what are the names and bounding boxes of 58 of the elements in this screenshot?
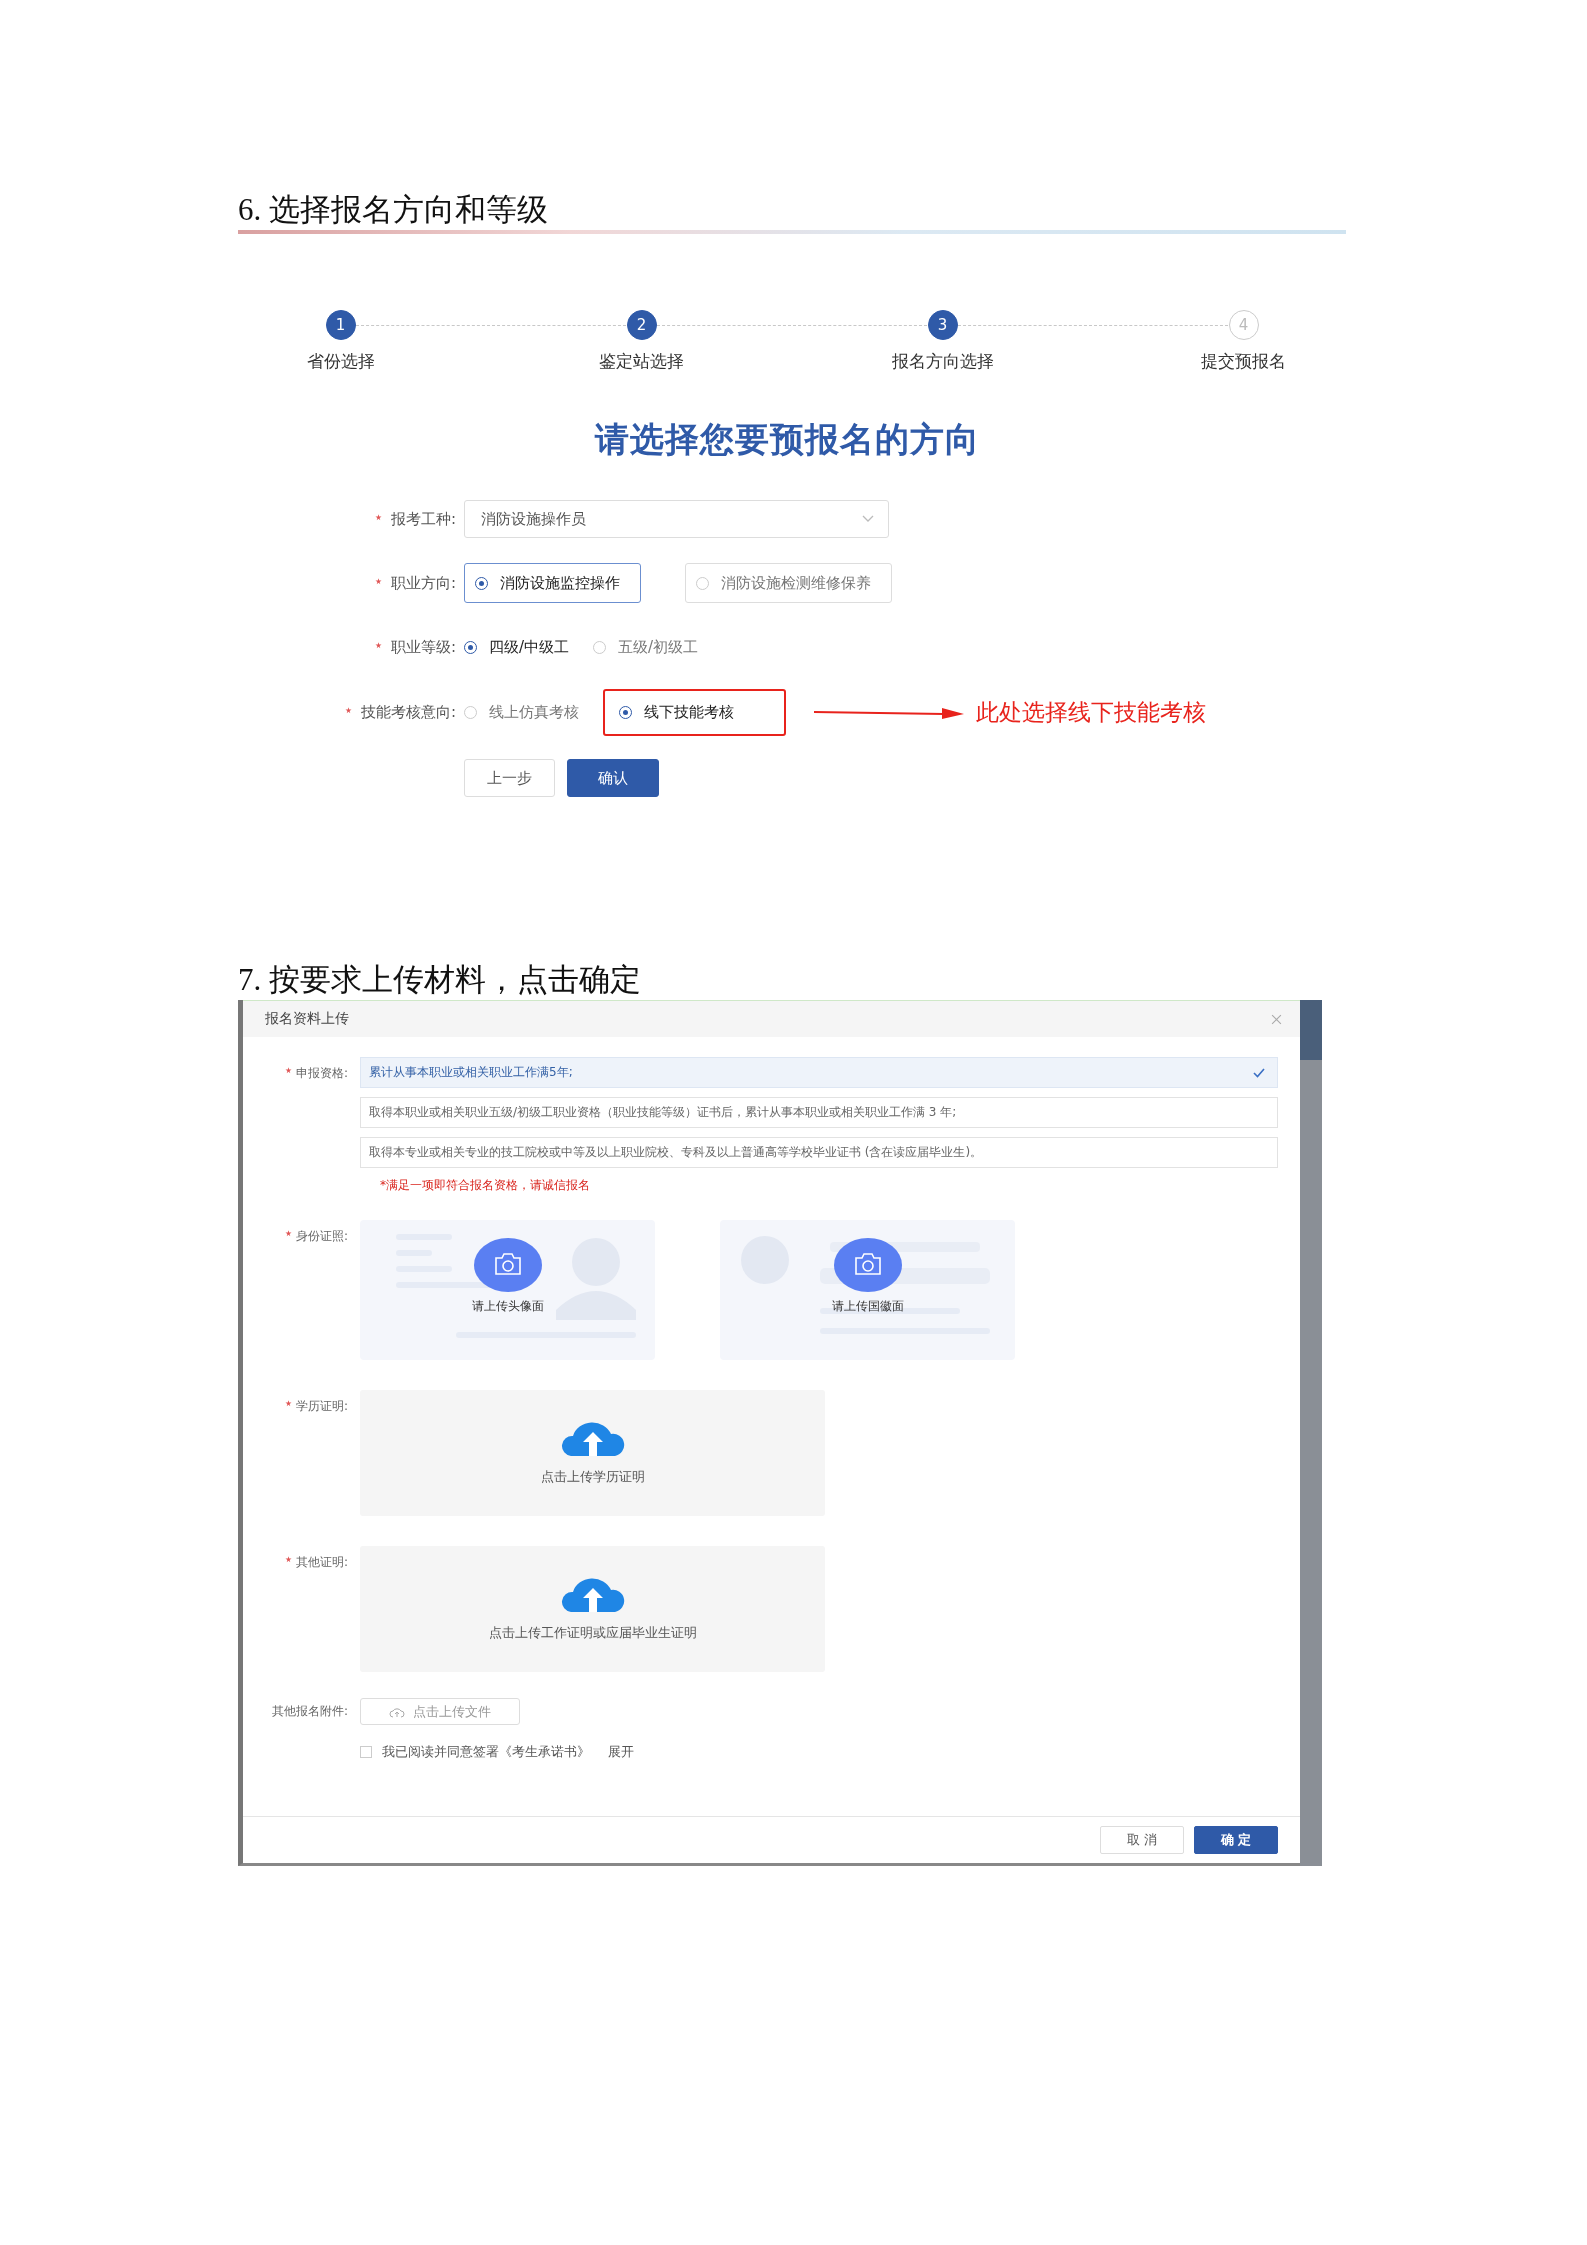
chevron-down-icon bbox=[862, 515, 874, 523]
field-label: 技能考核意向: bbox=[360, 703, 456, 721]
step-number: 2 bbox=[626, 310, 657, 340]
dialog-title: 报名资料上传 bbox=[265, 1010, 349, 1028]
cloud-upload-icon bbox=[560, 1420, 625, 1456]
upload-caption: 请上传国徽面 bbox=[831, 1297, 904, 1315]
agreement-text: 我已阅读并同意签署《考生承诺书》 bbox=[382, 1743, 590, 1761]
agreement-checkbox[interactable] bbox=[360, 1746, 372, 1758]
confirm-button[interactable]: 确认 bbox=[567, 759, 659, 797]
cloud-upload-icon bbox=[560, 1576, 625, 1612]
step-number: 3 bbox=[927, 310, 958, 340]
field-label: 其他证明: bbox=[295, 1555, 348, 1569]
camera-icon bbox=[473, 1237, 542, 1292]
cloud-upload-icon bbox=[389, 1705, 405, 1718]
id-upload-area[interactable]: 请上传国徽面 bbox=[720, 1220, 1015, 1360]
qualification-option[interactable]: 取得本职业或相关职业五级/初级工职业资格（职业技能等级）证书后，累计从事本职业或相关职业工作满 3 年; bbox=[360, 1097, 1278, 1128]
section-heading: 7. 按要求上传材料，点击确定 bbox=[238, 961, 642, 999]
qualification-note: *满足一项即符合报名资格，请诚信报名 bbox=[380, 1177, 591, 1194]
step-number: 1 bbox=[325, 310, 356, 340]
upload-caption: 点击上传学历证明 bbox=[540, 1468, 645, 1486]
id-upload-area[interactable]: 请上传头像面 bbox=[360, 1220, 655, 1360]
arrow-icon bbox=[814, 705, 964, 720]
radio-option[interactable]: 线上仿真考核 bbox=[464, 703, 579, 722]
radio-option[interactable]: 四级/中级工 bbox=[464, 637, 570, 657]
cancel-button[interactable]: 取 消 bbox=[1100, 1826, 1184, 1854]
field-label: 报考工种: bbox=[390, 509, 456, 528]
select-field[interactable]: 消防设施操作员 bbox=[464, 500, 889, 538]
step-label: 鉴定站选择 bbox=[599, 350, 684, 373]
step-label: 报名方向选择 bbox=[891, 350, 994, 373]
step-label: 省份选择 bbox=[306, 350, 375, 373]
form-title: 请选择您要预报名的方向 bbox=[595, 418, 981, 461]
upload-area[interactable]: 点击上传工作证明或应届毕业生证明 bbox=[360, 1546, 825, 1672]
upload-caption: 点击上传工作证明或应届毕业生证明 bbox=[488, 1624, 697, 1642]
field-label: 其他报名附件: bbox=[271, 1704, 348, 1718]
field-label: 申报资格: bbox=[295, 1066, 348, 1080]
radio-option[interactable]: 消防设施监控操作 bbox=[464, 563, 641, 603]
field-label: 职业方向: bbox=[390, 573, 456, 592]
radio-option[interactable]: 消防设施检测维修保养 bbox=[685, 563, 892, 603]
qualification-option[interactable]: 取得本专业或相关专业的技工院校或中等及以上职业院校、专科及以上普通高等学校毕业证书 (含在读应届毕业生)。 bbox=[360, 1137, 1278, 1168]
field-label: 学历证明: bbox=[295, 1399, 348, 1413]
ok-button[interactable]: 确 定 bbox=[1194, 1826, 1278, 1854]
step-label: 提交预报名 bbox=[1201, 350, 1286, 373]
upload-caption: 请上传头像面 bbox=[471, 1297, 544, 1315]
expand-link[interactable]: 展开 bbox=[608, 1743, 634, 1761]
radio-option[interactable]: 五级/初级工 bbox=[593, 637, 699, 657]
check-icon bbox=[1253, 1067, 1265, 1078]
qualification-option[interactable]: 累计从事本职业或相关职业工作满5年; bbox=[360, 1057, 1278, 1088]
field-label: 身份证照: bbox=[295, 1229, 348, 1243]
field-label: 职业等级: bbox=[390, 637, 456, 656]
back-button[interactable]: 上一步 bbox=[464, 759, 555, 797]
radio-option[interactable]: 线下技能考核 bbox=[619, 703, 734, 722]
upload-area[interactable]: 点击上传学历证明 bbox=[360, 1390, 825, 1516]
close-icon[interactable] bbox=[1271, 1013, 1282, 1025]
camera-icon bbox=[833, 1237, 902, 1292]
section-heading: 6. 选择报名方向和等级 bbox=[238, 191, 549, 229]
step-number: 4 bbox=[1228, 310, 1259, 340]
select-value: 消防设施操作员 bbox=[481, 509, 586, 529]
annotation-text: 此处选择线下技能考核 bbox=[976, 698, 1206, 727]
